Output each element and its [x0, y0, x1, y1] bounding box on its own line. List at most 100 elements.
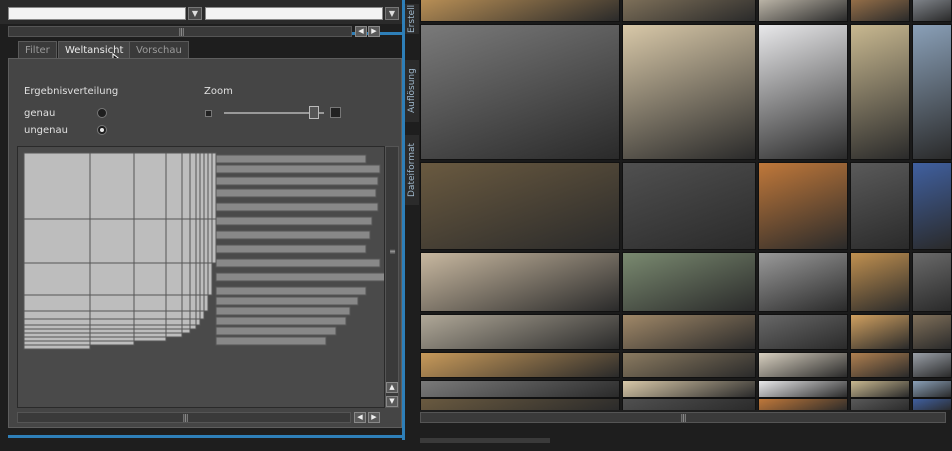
image-thumbnail[interactable]	[758, 24, 848, 160]
image-results-grid	[420, 0, 952, 410]
scroll-grip-icon[interactable]: |||	[169, 27, 193, 36]
distribution-cell	[165, 332, 183, 338]
panel-scroll-left-icon[interactable]: ◀	[354, 412, 366, 423]
distribution-cell	[165, 294, 183, 312]
image-thumbnail[interactable]	[912, 352, 952, 378]
distribution-row	[215, 230, 371, 240]
distribution-row	[215, 306, 351, 316]
distribution-cell	[133, 262, 167, 296]
zoom-slider-thumb[interactable]	[309, 106, 319, 119]
image-thumbnail[interactable]	[912, 252, 952, 312]
image-thumbnail[interactable]	[912, 398, 952, 410]
zoom-min-icon	[205, 110, 212, 117]
image-thumbnail[interactable]	[912, 380, 952, 398]
filter-field-1[interactable]	[8, 7, 186, 20]
vertical-grip-icon[interactable]: ≡	[387, 247, 397, 256]
distribution-cell	[89, 294, 135, 312]
image-thumbnail[interactable]	[622, 398, 756, 410]
image-thumbnail[interactable]	[420, 398, 620, 410]
image-thumbnail[interactable]	[850, 24, 910, 160]
distribution-vertical-scrollbar[interactable]: ≡	[385, 146, 399, 408]
tab-filter[interactable]: Filter	[18, 41, 57, 58]
image-thumbnail[interactable]	[758, 252, 848, 312]
filter-field-2[interactable]	[205, 7, 383, 20]
image-thumbnail[interactable]	[758, 0, 848, 22]
dropdown-1-chevron-down-icon[interactable]: ▼	[188, 7, 202, 20]
image-thumbnail[interactable]	[420, 162, 620, 250]
scroll-right-icon[interactable]: ▶	[368, 26, 380, 37]
grid-grip-icon[interactable]: |||	[671, 413, 695, 422]
image-thumbnail[interactable]	[850, 380, 910, 398]
distribution-cell	[195, 152, 201, 220]
image-thumbnail[interactable]	[912, 24, 952, 160]
image-thumbnail[interactable]	[622, 352, 756, 378]
image-thumbnail[interactable]	[622, 314, 756, 350]
distribution-cell	[181, 218, 191, 264]
image-thumbnail[interactable]	[420, 314, 620, 350]
image-thumbnail[interactable]	[622, 252, 756, 312]
image-thumbnail[interactable]	[850, 162, 910, 250]
option-genau-radio[interactable]	[97, 108, 107, 118]
scroll-up-icon[interactable]: ▲	[386, 382, 398, 393]
image-thumbnail[interactable]	[912, 314, 952, 350]
image-thumbnail[interactable]	[850, 314, 910, 350]
distribution-row	[215, 244, 367, 254]
distribution-cell	[89, 310, 135, 320]
distribution-cell	[89, 328, 135, 334]
distribution-cell	[181, 328, 191, 334]
top-horizontal-scrollbar[interactable]: |||	[8, 26, 352, 37]
zoom-max-icon	[330, 107, 341, 118]
image-thumbnail[interactable]	[758, 162, 848, 250]
image-thumbnail[interactable]	[850, 0, 910, 22]
panel-scroll-right-icon[interactable]: ▶	[368, 412, 380, 423]
scroll-left-icon[interactable]: ◀	[355, 26, 367, 37]
image-thumbnail[interactable]	[758, 398, 848, 410]
distribution-cell	[181, 262, 191, 296]
distribution-view[interactable]	[17, 146, 389, 408]
side-tab-aufloesung[interactable]: Auflösung	[405, 60, 419, 122]
image-thumbnail[interactable]	[850, 352, 910, 378]
image-thumbnail[interactable]	[420, 24, 620, 160]
status-bar	[420, 438, 550, 443]
image-thumbnail[interactable]	[912, 0, 952, 22]
distribution-cell	[165, 262, 183, 296]
image-thumbnail[interactable]	[420, 0, 620, 22]
distribution-cell	[181, 324, 191, 330]
distribution-cell	[133, 318, 167, 326]
image-thumbnail[interactable]	[912, 162, 952, 250]
image-thumbnail[interactable]	[850, 252, 910, 312]
distribution-cell	[189, 262, 197, 296]
image-thumbnail[interactable]	[622, 24, 756, 160]
scroll-down-icon[interactable]: ▼	[386, 396, 398, 407]
distribution-cell	[165, 324, 183, 330]
image-thumbnail[interactable]	[758, 352, 848, 378]
image-thumbnail[interactable]	[622, 380, 756, 398]
side-tab-erstell[interactable]: Erstell	[405, 4, 419, 34]
distribution-cell	[203, 152, 209, 220]
distribution-cell	[199, 152, 205, 220]
image-thumbnail[interactable]	[420, 352, 620, 378]
tab-vorschau[interactable]: Vorschau	[129, 41, 189, 58]
image-thumbnail[interactable]	[850, 398, 910, 410]
distribution-cell	[165, 152, 183, 220]
image-thumbnail[interactable]	[622, 0, 756, 22]
distribution-cell	[181, 152, 191, 220]
dropdown-2-chevron-down-icon[interactable]: ▼	[385, 7, 399, 20]
option-ungenau-radio[interactable]	[97, 125, 107, 135]
image-thumbnail[interactable]	[622, 162, 756, 250]
horizontal-grip-icon[interactable]: |||	[173, 413, 197, 422]
grid-horizontal-scrollbar[interactable]: |||	[420, 412, 946, 423]
distribution-cell	[189, 152, 197, 220]
distribution-cell	[23, 328, 91, 334]
distribution-row	[215, 286, 367, 296]
image-thumbnail[interactable]	[420, 380, 620, 398]
distribution-horizontal-scrollbar[interactable]: |||	[17, 412, 351, 423]
distribution-cell	[23, 324, 91, 330]
image-thumbnail[interactable]	[758, 380, 848, 398]
distribution-cell	[189, 324, 197, 330]
distribution-row	[215, 164, 381, 174]
side-tab-dateiformat[interactable]: Dateiformat	[405, 135, 419, 205]
distribution-cell	[89, 262, 135, 296]
image-thumbnail[interactable]	[420, 252, 620, 312]
image-thumbnail[interactable]	[758, 314, 848, 350]
